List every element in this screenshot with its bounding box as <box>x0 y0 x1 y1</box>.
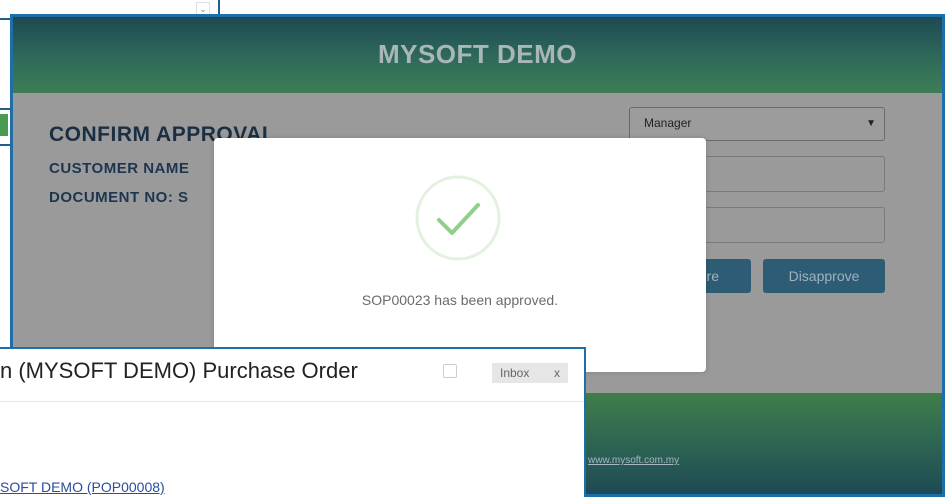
divider <box>0 401 584 402</box>
inbox-label-badge[interactable]: Inbox x <box>492 363 568 383</box>
disapprove-button[interactable]: Disapprove <box>763 259 885 293</box>
background-green-button[interactable] <box>0 114 8 136</box>
email-window: n (MYSOFT DEMO) Purchase Order Inbox x S… <box>0 347 586 497</box>
caret-down-icon: ▼ <box>866 118 876 129</box>
modal-message: SOP00023 has been approved. <box>361 292 559 308</box>
email-subject: n (MYSOFT DEMO) Purchase Order <box>0 358 358 383</box>
check-icon <box>415 175 501 261</box>
footer-link[interactable]: www.mysoft.com.my <box>588 455 679 466</box>
app-title: MYSOFT DEMO <box>377 39 578 69</box>
document-no-label: DOCUMENT NO: S <box>49 189 189 206</box>
approve-button-label: re <box>706 268 719 284</box>
success-modal: SOP00023 has been approved. <box>214 138 706 372</box>
important-marker-icon[interactable] <box>443 364 457 378</box>
purchase-order-link[interactable]: SOFT DEMO (POP00008) <box>0 479 165 495</box>
app-header: MYSOFT DEMO <box>13 17 942 93</box>
remove-label-icon[interactable]: x <box>554 363 560 383</box>
customer-name-label: CUSTOMER NAME <box>49 160 190 177</box>
role-select[interactable]: Manager ▼ <box>629 107 885 141</box>
inbox-label: Inbox <box>500 366 530 380</box>
role-select-value: Manager <box>644 116 692 130</box>
